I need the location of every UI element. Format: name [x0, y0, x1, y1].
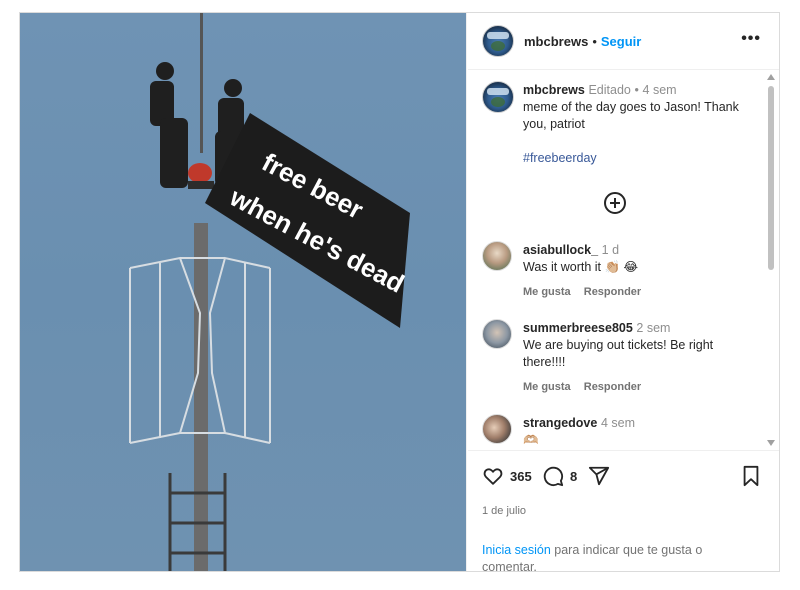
post-image[interactable]: free beer when he's dead [20, 13, 467, 571]
comment-text: Was it worth it 👏🏼 😂 [523, 260, 639, 274]
add-circle-icon[interactable] [604, 192, 626, 214]
comment-username[interactable]: summerbreese805 [523, 321, 633, 335]
comment-username[interactable]: strangedove [523, 416, 597, 430]
comment-item: asiabullock_ 1 d Was it worth it 👏🏼 😂 Me… [482, 241, 752, 311]
caption-hashtag[interactable]: #freebeerday [523, 150, 755, 167]
post-sidebar: mbcbrews • Seguir ••• mbcbrews Editado •… [468, 13, 779, 574]
caption-edited-label: Editado [588, 83, 631, 97]
login-prompt: Inicia sesión para indicar que te gusta … [482, 542, 732, 576]
comment-reply-button[interactable]: Responder [584, 286, 641, 298]
comment-icon[interactable] [542, 465, 564, 490]
scroll-up-arrow[interactable] [767, 74, 775, 80]
comment-like-button[interactable]: Me gusta [523, 286, 571, 298]
comment-username[interactable]: asiabullock_ [523, 243, 598, 257]
comment-like-button[interactable]: Me gusta [523, 381, 571, 393]
author-avatar[interactable] [482, 25, 514, 57]
caption-username[interactable]: mbcbrews [523, 83, 585, 97]
more-options-icon[interactable]: ••• [741, 30, 761, 48]
commenter-avatar[interactable] [482, 414, 512, 444]
bookmark-icon[interactable] [740, 465, 762, 490]
caption-time: 4 sem [642, 83, 677, 97]
heart-icon[interactable] [482, 465, 504, 490]
comment-time: 4 sem [600, 416, 636, 430]
comments-scroll-area[interactable]: mbcbrews Editado • 4 sem meme of the day… [468, 71, 779, 449]
follow-button[interactable]: Seguir [601, 34, 641, 49]
commenter-avatar[interactable] [482, 319, 512, 349]
comments-count[interactable]: 8 [570, 469, 577, 484]
post-actions: 365 8 1 de julio Inicia sesión para indi… [468, 450, 779, 574]
comment-text: 🫶🏼 [523, 433, 539, 447]
share-icon[interactable] [588, 465, 610, 490]
post-date: 1 de julio [482, 505, 527, 517]
caption-avatar[interactable] [482, 81, 514, 113]
comment-time: 1 d [601, 243, 620, 257]
comment-text: We are buying out tickets! Be right ther… [523, 338, 714, 369]
caption-separator: • [634, 83, 639, 97]
comment-item: strangedove 4 sem 🫶🏼 [482, 414, 752, 449]
header-separator: • [592, 33, 597, 49]
comment-time: 2 sem [636, 321, 671, 335]
author-username[interactable]: mbcbrews [524, 34, 588, 49]
caption-text: meme of the day goes to Jason! Thank you… [523, 100, 739, 131]
likes-count[interactable]: 365 [510, 469, 532, 484]
login-link[interactable]: Inicia sesión [482, 543, 551, 557]
scrollbar-thumb[interactable] [768, 86, 774, 270]
comment-item: summerbreese805 2 sem We are buying out … [482, 319, 752, 407]
comment-reply-button[interactable]: Responder [584, 381, 641, 393]
post-dialog: free beer when he's dead mbcbrews • Segu… [19, 12, 780, 574]
post-header: mbcbrews • Seguir ••• [468, 13, 779, 70]
post-photo: free beer when he's dead [129, 13, 410, 571]
scroll-down-arrow[interactable] [767, 440, 775, 446]
commenter-avatar[interactable] [482, 241, 512, 271]
